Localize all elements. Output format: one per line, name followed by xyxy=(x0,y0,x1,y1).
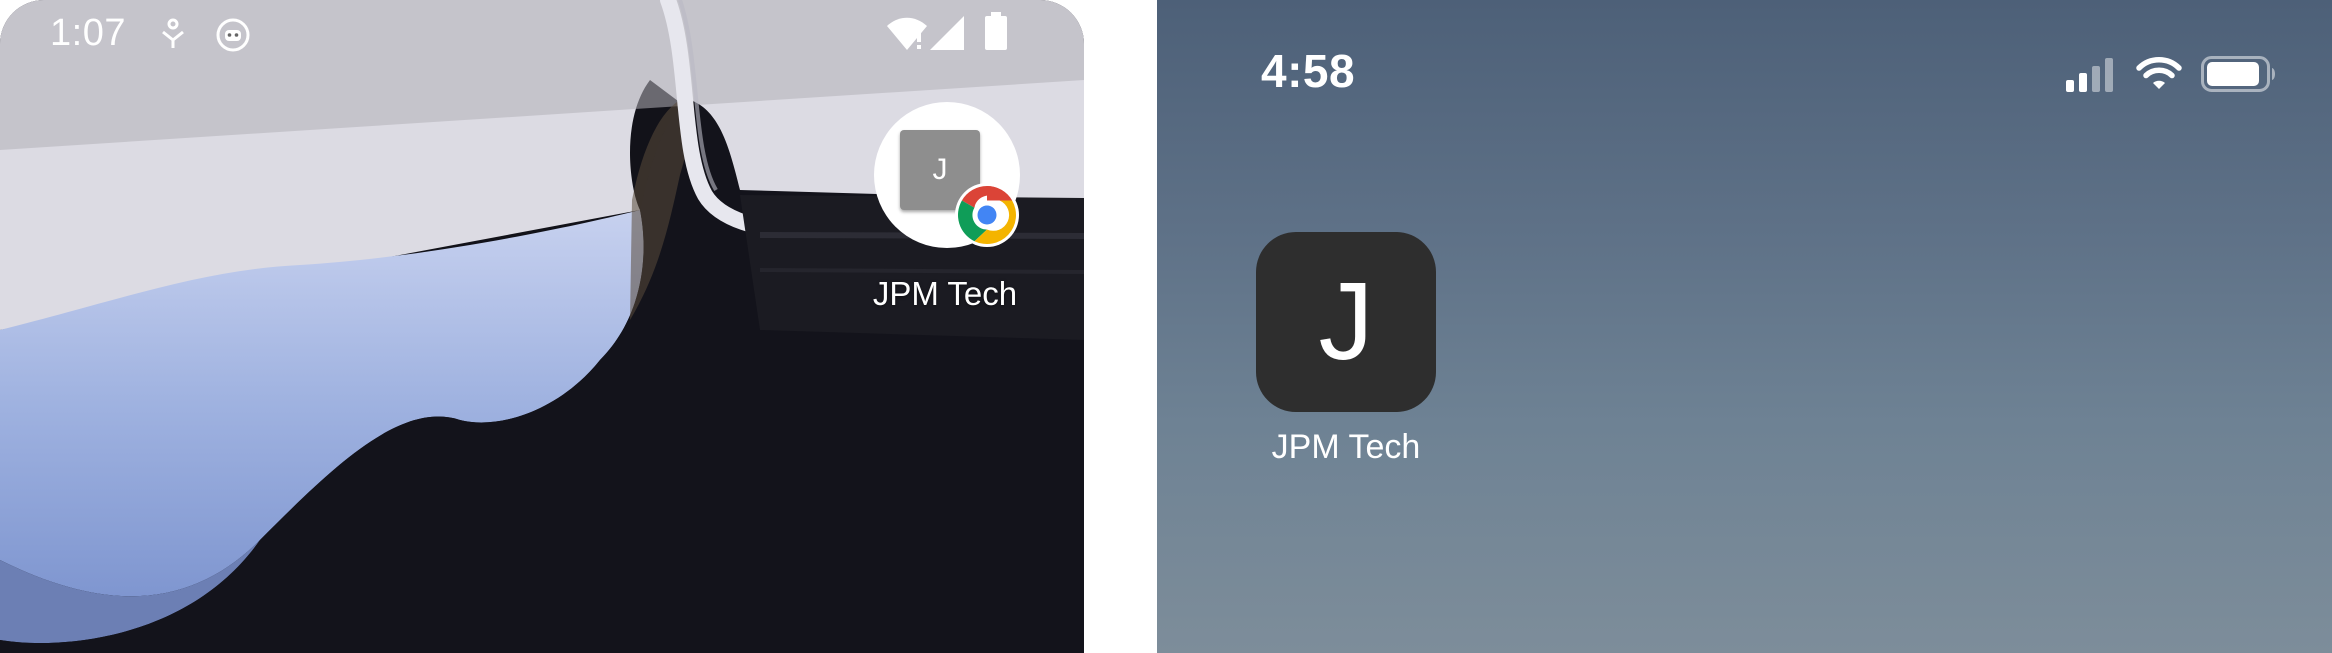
android-robot-icon xyxy=(216,18,250,52)
accessibility-icon xyxy=(162,18,184,48)
app-icon-letter: J xyxy=(1256,232,1436,412)
wifi-icon xyxy=(2136,57,2182,89)
cell-signal-icon xyxy=(2066,58,2113,92)
battery-icon xyxy=(985,12,1007,50)
ios-home-screen: 4:58 J JPM Tech xyxy=(1157,0,2332,653)
cell-signal-icon xyxy=(930,16,964,50)
android-home-screen: 1:07 J JPM Tech xyxy=(0,0,1084,653)
android-status-bar: 1:07 xyxy=(0,0,1084,70)
battery-icon xyxy=(2201,56,2275,92)
ios-clock: 4:58 xyxy=(1261,45,1356,97)
android-clock: 1:07 xyxy=(50,12,126,54)
chrome-icon xyxy=(955,183,1019,247)
android-wallpaper xyxy=(0,0,1084,653)
shortcut-label: JPM Tech xyxy=(872,275,1018,312)
wifi-alert-icon xyxy=(887,17,927,50)
app-label: JPM Tech xyxy=(1271,428,1421,466)
